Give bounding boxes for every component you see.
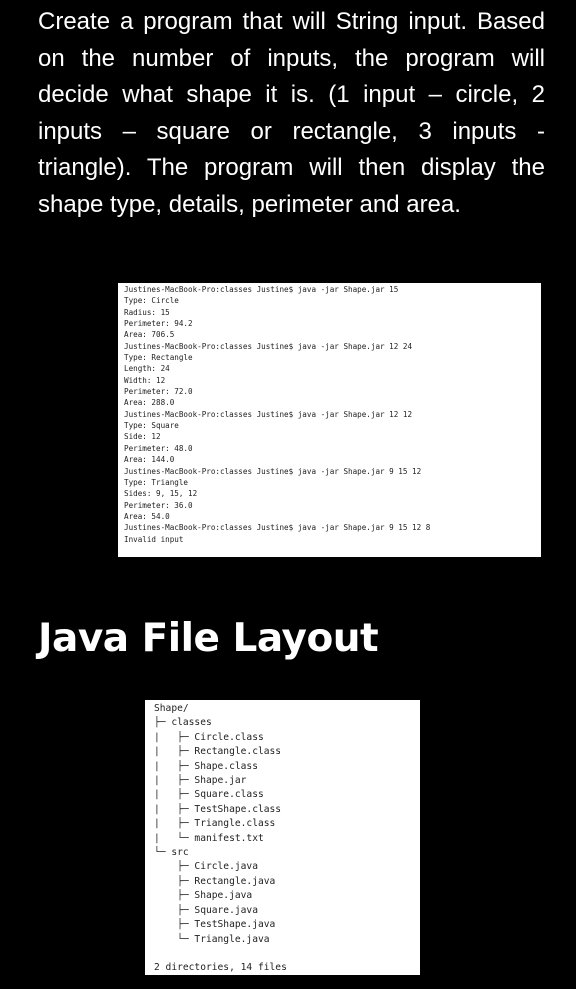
tree-line: | ├─ TestShape.class [154, 803, 282, 815]
tree-line: └─ src [154, 847, 189, 859]
terminal-line: Justines-MacBook-Pro:classes Justine$ ja… [124, 285, 399, 294]
terminal-line: Type: Square [124, 421, 179, 431]
terminal-line: Side: 12 [124, 432, 161, 442]
tree-line: ├─ Circle.java [154, 861, 258, 873]
section-heading: Java File Layout [38, 616, 379, 661]
terminal-line: Area: 54.0 [124, 511, 170, 521]
terminal-line: Justines-MacBook-Pro:classes Justine$ ja… [124, 466, 422, 476]
tree-line: | ├─ Shape.jar [154, 775, 247, 787]
terminal-line: Justines-MacBook-Pro:classes Justine$ ja… [124, 341, 413, 351]
terminal-line: Perimeter: 48.0 [124, 443, 193, 453]
terminal-line: Radius: 15 [124, 307, 170, 317]
terminal-line: Area: 288.0 [124, 398, 175, 408]
tree-line: 2 directories, 14 files [154, 962, 287, 974]
tree-line: ├─ Rectangle.java [154, 875, 276, 887]
terminal-line: Justines-MacBook-Pro:classes Justine$ ja… [124, 409, 413, 419]
tree-line: Shape/ [154, 703, 189, 714]
tree-line: ├─ Square.java [154, 904, 258, 916]
terminal-line: Perimeter: 94.2 [124, 319, 193, 329]
terminal-line: Type: Triangle [124, 477, 189, 487]
terminal-line: Perimeter: 36.0 [124, 500, 193, 510]
tree-line: ├─ Shape.java [154, 890, 253, 902]
tree-line: └─ Triangle.java [154, 933, 270, 945]
tree-line: | ├─ Rectangle.class [154, 746, 282, 758]
file-tree-screenshot: Shape/ ├─ classes | ├─ Circle.class | ├─ Re… [145, 700, 420, 975]
terminal-line: Perimeter: 72.0 [124, 387, 193, 397]
terminal-line: Invalid input [124, 534, 184, 544]
tree-line: | ├─ Triangle.class [154, 818, 276, 830]
terminal-line: Area: 706.5 [124, 330, 175, 340]
terminal-line: Width: 12 [124, 375, 166, 385]
tree-line [154, 947, 411, 961]
tree-line: | ├─ Shape.class [154, 760, 258, 772]
tree-line: ├─ TestShape.java [154, 919, 276, 931]
tree-line: | └─ manifest.txt [154, 832, 264, 844]
terminal-line: Type: Circle [124, 296, 179, 306]
terminal-line: Area: 144.0 [124, 455, 175, 465]
terminal-output-screenshot: Justines-MacBook-Pro:classes Justine$ ja… [118, 283, 541, 557]
tree-line: ├─ classes [154, 717, 212, 729]
tree-line: | ├─ Circle.class [154, 731, 264, 743]
terminal-line: Length: 24 [124, 364, 170, 374]
tree-line: | ├─ Square.class [154, 789, 264, 801]
assignment-description: Create a program that will String input.… [38, 8, 545, 218]
terminal-line: Sides: 9, 15, 12 [124, 489, 198, 499]
terminal-line: Type: Rectangle [124, 353, 193, 363]
terminal-line: Justines-MacBook-Pro:classes Justine$ ja… [124, 523, 431, 533]
